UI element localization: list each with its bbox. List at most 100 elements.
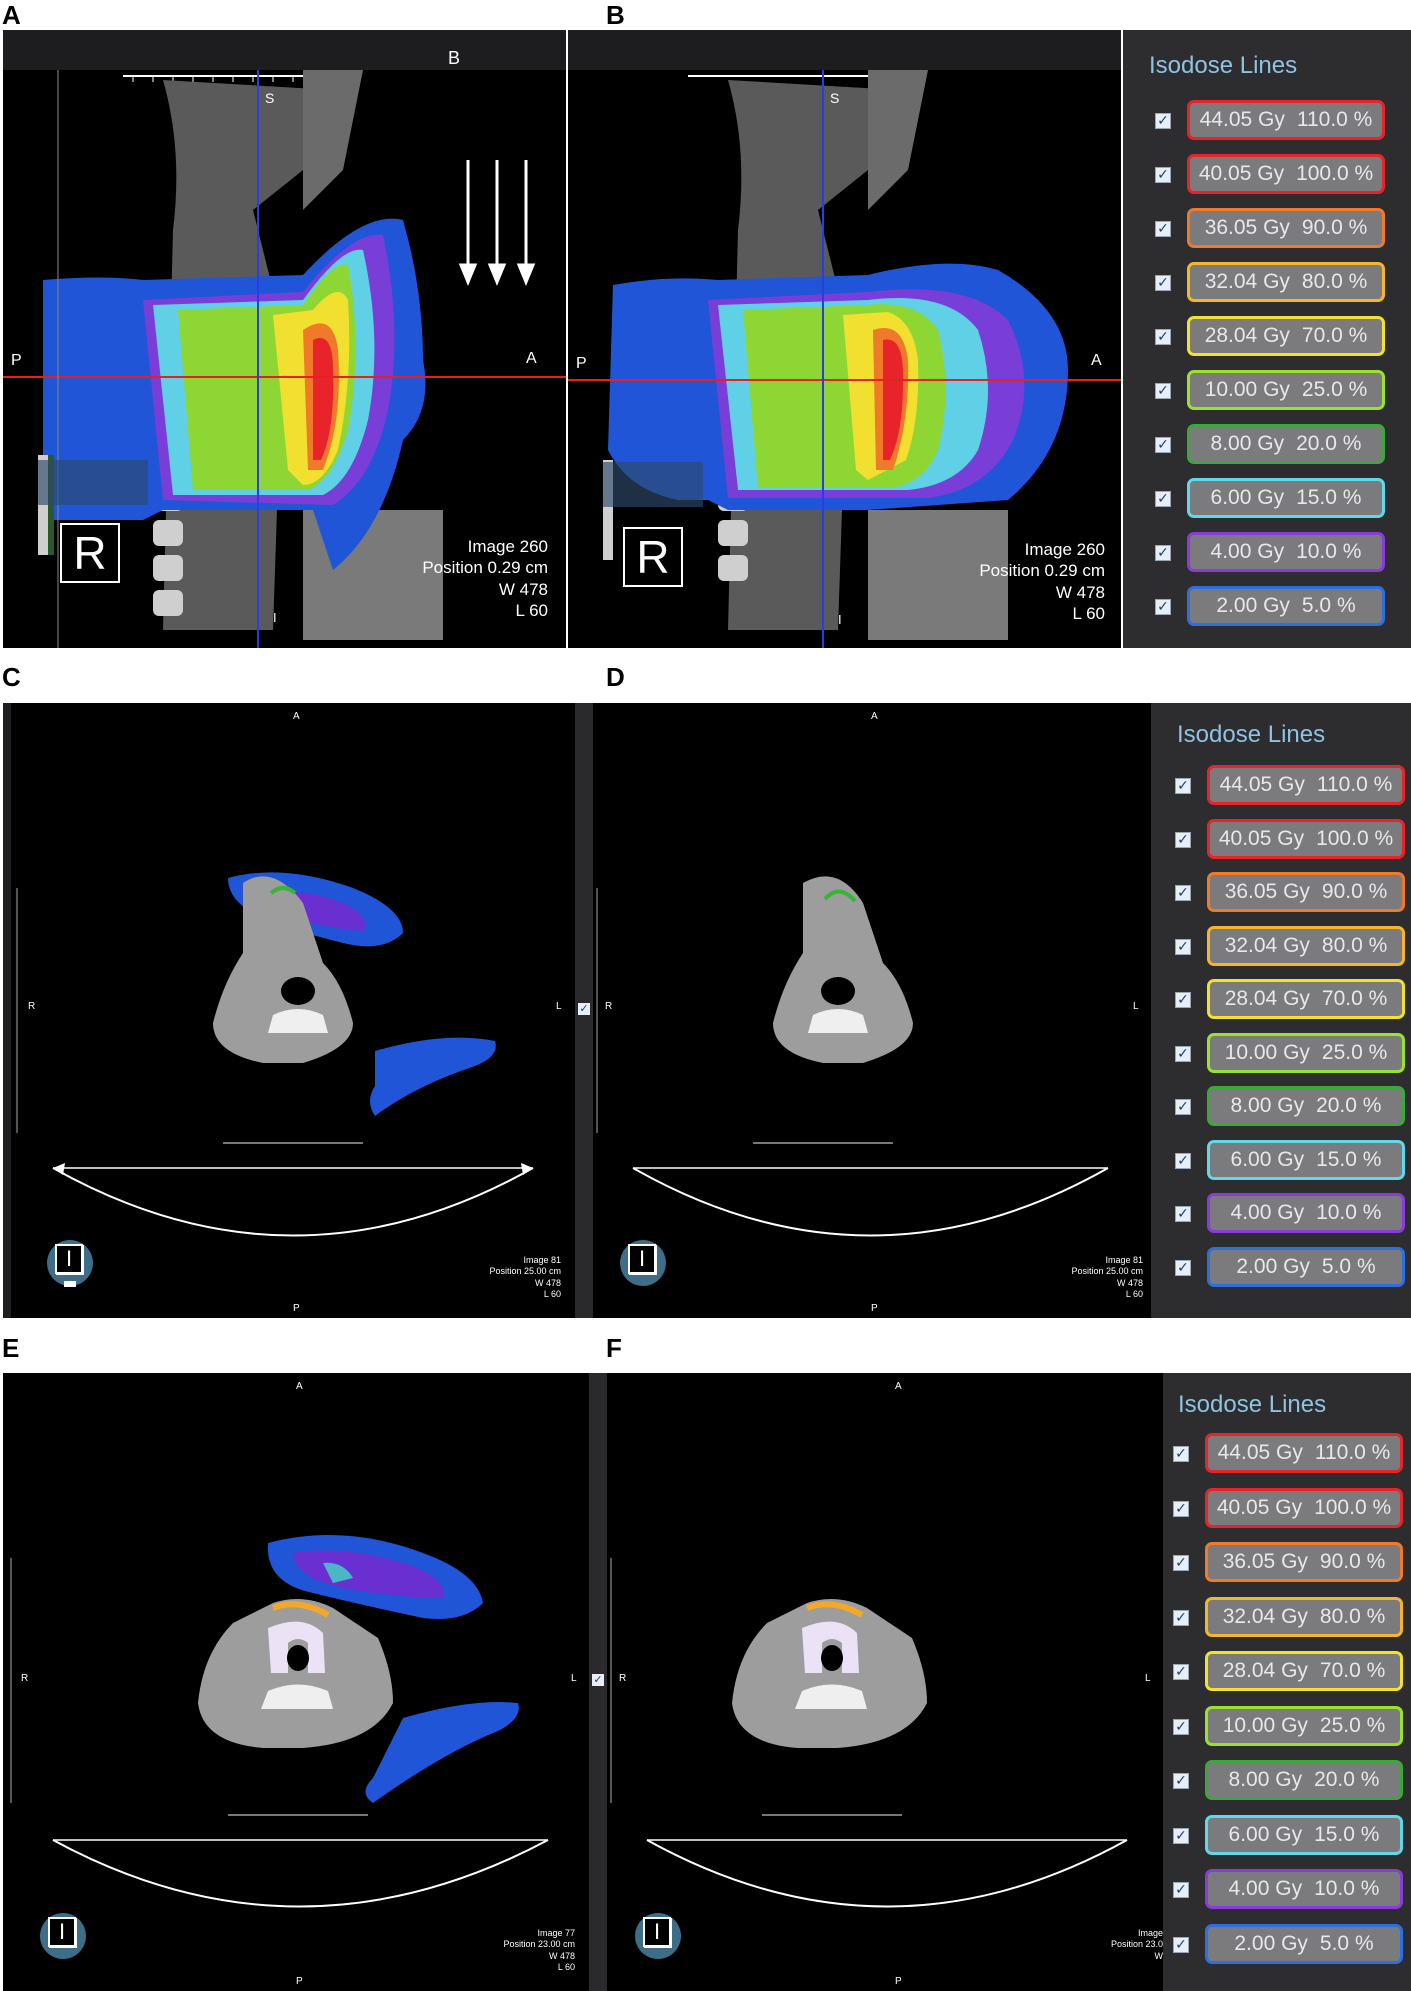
isodose-line-row[interactable]: ✓ 10.00 Gy 25.0 % — [1171, 1032, 1411, 1077]
isodose-level-swatch[interactable]: 44.05 Gy 110.0 % — [1187, 100, 1385, 140]
isodose-visibility-checkbox[interactable]: ✓ — [1155, 545, 1171, 561]
isodose-level-swatch[interactable]: 8.00 Gy 20.0 % — [1205, 1760, 1403, 1800]
isodose-level-swatch[interactable]: 40.05 Gy 100.0 % — [1187, 154, 1385, 194]
isodose-level-swatch[interactable]: 10.00 Gy 25.0 % — [1207, 1032, 1405, 1073]
isodose-visibility-checkbox[interactable]: ✓ — [1155, 167, 1171, 183]
isodose-visibility-checkbox[interactable]: ✓ — [1175, 1206, 1191, 1222]
isodose-line-row[interactable]: ✓ 40.05 Gy 100.0 % — [1171, 818, 1411, 863]
isodose-level-swatch[interactable]: 6.00 Gy 15.0 % — [1207, 1139, 1405, 1180]
isodose-level-swatch[interactable]: 2.00 Gy 5.0 % — [1205, 1923, 1403, 1964]
isodose-level-swatch[interactable]: 6.00 Gy 15.0 % — [1205, 1814, 1403, 1855]
isodose-visibility-checkbox[interactable]: ✓ — [1175, 831, 1191, 848]
isodose-line-row[interactable]: ✓ 6.00 Gy 15.0 % — [1151, 478, 1391, 522]
isodose-level-swatch[interactable]: 44.05 Gy 110.0 % — [1207, 765, 1405, 805]
isodose-visibility-checkbox[interactable]: ✓ — [1155, 275, 1171, 291]
isodose-line-row[interactable]: ✓ 4.00 Gy 10.0 % — [1169, 1869, 1409, 1913]
isodose-visibility-checkbox[interactable]: ✓ — [1175, 1152, 1191, 1169]
isodose-level-swatch[interactable]: 28.04 Gy 70.0 % — [1207, 979, 1405, 1019]
isodose-line-row[interactable]: ✓ 32.04 Gy 80.0 % — [1169, 1596, 1409, 1641]
isodose-level-swatch[interactable]: 36.05 Gy 90.0 % — [1205, 1542, 1403, 1582]
axial-viewer-f[interactable]: A R L P I Image Position 23.0 W — [607, 1373, 1163, 1991]
axial-viewer-c[interactable]: A R L P I Image 81 Position 25.00 cm W 4… — [3, 703, 575, 1318]
isodose-level-swatch[interactable]: 8.00 Gy 20.0 % — [1187, 424, 1385, 464]
isodose-line-row[interactable]: ✓ 44.05 Gy 110.0 % — [1151, 100, 1391, 144]
isodose-visibility-checkbox[interactable]: ✓ — [1155, 113, 1171, 129]
isodose-visibility-checkbox[interactable]: ✓ — [1173, 1718, 1189, 1735]
isodose-line-row[interactable]: ✓ 10.00 Gy 25.0 % — [1169, 1705, 1409, 1750]
isodose-level-swatch[interactable]: 32.04 Gy 80.0 % — [1207, 925, 1405, 966]
isodose-line-row[interactable]: ✓ 32.04 Gy 80.0 % — [1151, 262, 1391, 306]
isodose-line-row[interactable]: ✓ 36.05 Gy 90.0 % — [1151, 208, 1391, 252]
isodose-visibility-checkbox[interactable]: ✓ — [1173, 1936, 1189, 1953]
isodose-visibility-checkbox[interactable]: ✓ — [1155, 221, 1171, 237]
isodose-visibility-checkbox[interactable]: ✓ — [1155, 491, 1171, 507]
isodose-visibility-checkbox[interactable]: ✓ — [1175, 1259, 1191, 1276]
isodose-visibility-checkbox[interactable]: ✓ — [1173, 1609, 1189, 1626]
isodose-level-swatch[interactable]: 36.05 Gy 90.0 % — [1187, 208, 1385, 248]
isodose-visibility-checkbox[interactable]: ✓ — [1175, 778, 1191, 794]
isodose-visibility-checkbox[interactable]: ✓ — [1155, 383, 1171, 399]
isodose-level-swatch[interactable]: 8.00 Gy 20.0 % — [1207, 1086, 1405, 1126]
sagittal-viewer-a[interactable]: B S P A I R Image 260 Position 0.29 cm W… — [3, 30, 566, 648]
isodose-line-row[interactable]: ✓ 2.00 Gy 5.0 % — [1151, 586, 1391, 630]
isodose-line-row[interactable]: ✓ 28.04 Gy 70.0 % — [1171, 979, 1411, 1023]
isodose-line-row[interactable]: ✓ 40.05 Gy 100.0 % — [1169, 1487, 1409, 1532]
isodose-visibility-checkbox[interactable]: ✓ — [1173, 1882, 1189, 1898]
isodose-level-swatch[interactable]: 44.05 Gy 110.0 % — [1205, 1433, 1403, 1473]
divider-checkbox-ef[interactable]: ✓ — [592, 1674, 604, 1686]
isodose-line-row[interactable]: ✓ 4.00 Gy 10.0 % — [1151, 532, 1391, 576]
isodose-line-row[interactable]: ✓ 10.00 Gy 25.0 % — [1151, 370, 1391, 414]
isodose-visibility-checkbox[interactable]: ✓ — [1175, 885, 1191, 901]
isodose-visibility-checkbox[interactable]: ✓ — [1175, 992, 1191, 1008]
isodose-level-swatch[interactable]: 28.04 Gy 70.0 % — [1205, 1651, 1403, 1691]
isodose-line-row[interactable]: ✓ 6.00 Gy 15.0 % — [1169, 1814, 1409, 1859]
axial-viewer-d[interactable]: A R L P I Image 81 Position 25.00 cm W 4… — [593, 703, 1151, 1318]
isodose-visibility-checkbox[interactable]: ✓ — [1173, 1446, 1189, 1462]
isodose-line-row[interactable]: ✓ 4.00 Gy 10.0 % — [1171, 1193, 1411, 1237]
isodose-level-swatch[interactable]: 10.00 Gy 25.0 % — [1205, 1705, 1403, 1746]
isodose-line-row[interactable]: ✓ 36.05 Gy 90.0 % — [1169, 1542, 1409, 1586]
isodose-line-row[interactable]: ✓ 2.00 Gy 5.0 % — [1171, 1246, 1411, 1291]
isodose-level-swatch[interactable]: 6.00 Gy 15.0 % — [1187, 478, 1385, 518]
isodose-level-swatch[interactable]: 36.05 Gy 90.0 % — [1207, 872, 1405, 912]
isodose-visibility-checkbox[interactable]: ✓ — [1173, 1773, 1189, 1789]
isodose-line-row[interactable]: ✓ 28.04 Gy 70.0 % — [1169, 1651, 1409, 1695]
isodose-level-swatch[interactable]: 4.00 Gy 10.0 % — [1205, 1869, 1403, 1909]
isodose-line-row[interactable]: ✓ 6.00 Gy 15.0 % — [1171, 1139, 1411, 1184]
isodose-level-swatch[interactable]: 2.00 Gy 5.0 % — [1207, 1246, 1405, 1287]
isodose-visibility-checkbox[interactable]: ✓ — [1175, 1099, 1191, 1115]
isodose-level-swatch[interactable]: 40.05 Gy 100.0 % — [1207, 818, 1405, 859]
isodose-visibility-checkbox[interactable]: ✓ — [1155, 599, 1171, 615]
isodose-level-swatch[interactable]: 40.05 Gy 100.0 % — [1205, 1487, 1403, 1528]
isodose-visibility-checkbox[interactable]: ✓ — [1173, 1664, 1189, 1680]
isodose-level-swatch[interactable]: 4.00 Gy 10.0 % — [1187, 532, 1385, 572]
isodose-line-row[interactable]: ✓ 8.00 Gy 20.0 % — [1151, 424, 1391, 468]
isodose-visibility-checkbox[interactable]: ✓ — [1173, 1827, 1189, 1844]
isodose-line-row[interactable]: ✓ 36.05 Gy 90.0 % — [1171, 872, 1411, 916]
isodose-level-swatch[interactable]: 32.04 Gy 80.0 % — [1187, 262, 1385, 302]
isodose-line-row[interactable]: ✓ 32.04 Gy 80.0 % — [1171, 925, 1411, 970]
axial-viewer-e[interactable]: A R L P I Image 77 Position 23.00 cm W 4… — [3, 1373, 589, 1991]
isodose-line-row[interactable]: ✓ 8.00 Gy 20.0 % — [1171, 1086, 1411, 1130]
isodose-level-swatch[interactable]: 10.00 Gy 25.0 % — [1187, 370, 1385, 410]
isodose-line-row[interactable]: ✓ 28.04 Gy 70.0 % — [1151, 316, 1391, 360]
isodose-level-swatch[interactable]: 2.00 Gy 5.0 % — [1187, 586, 1385, 626]
isodose-visibility-checkbox[interactable]: ✓ — [1175, 938, 1191, 955]
isodose-level-swatch[interactable]: 32.04 Gy 80.0 % — [1205, 1596, 1403, 1637]
isodose-percent-value: 15.0 % — [1316, 1147, 1382, 1171]
isodose-visibility-checkbox[interactable]: ✓ — [1155, 329, 1171, 345]
isodose-level-swatch[interactable]: 4.00 Gy 10.0 % — [1207, 1193, 1405, 1233]
isodose-line-row[interactable]: ✓ 8.00 Gy 20.0 % — [1169, 1760, 1409, 1804]
isodose-line-row[interactable]: ✓ 40.05 Gy 100.0 % — [1151, 154, 1391, 198]
isodose-level-swatch[interactable]: 28.04 Gy 70.0 % — [1187, 316, 1385, 356]
isodose-visibility-checkbox[interactable]: ✓ — [1173, 1500, 1189, 1517]
isodose-visibility-checkbox[interactable]: ✓ — [1173, 1555, 1189, 1571]
divider-checkbox-cd[interactable]: ✓ — [578, 1003, 590, 1015]
isodose-dose-value: 32.04 Gy — [1224, 933, 1310, 957]
isodose-line-row[interactable]: ✓ 44.05 Gy 110.0 % — [1169, 1433, 1409, 1477]
isodose-line-row[interactable]: ✓ 44.05 Gy 110.0 % — [1171, 765, 1411, 809]
sagittal-viewer-b[interactable]: S P A I R Image 260 Position 0.29 cm W 4… — [568, 30, 1121, 648]
isodose-line-row[interactable]: ✓ 2.00 Gy 5.0 % — [1169, 1923, 1409, 1968]
isodose-visibility-checkbox[interactable]: ✓ — [1155, 437, 1171, 453]
isodose-visibility-checkbox[interactable]: ✓ — [1175, 1045, 1191, 1062]
